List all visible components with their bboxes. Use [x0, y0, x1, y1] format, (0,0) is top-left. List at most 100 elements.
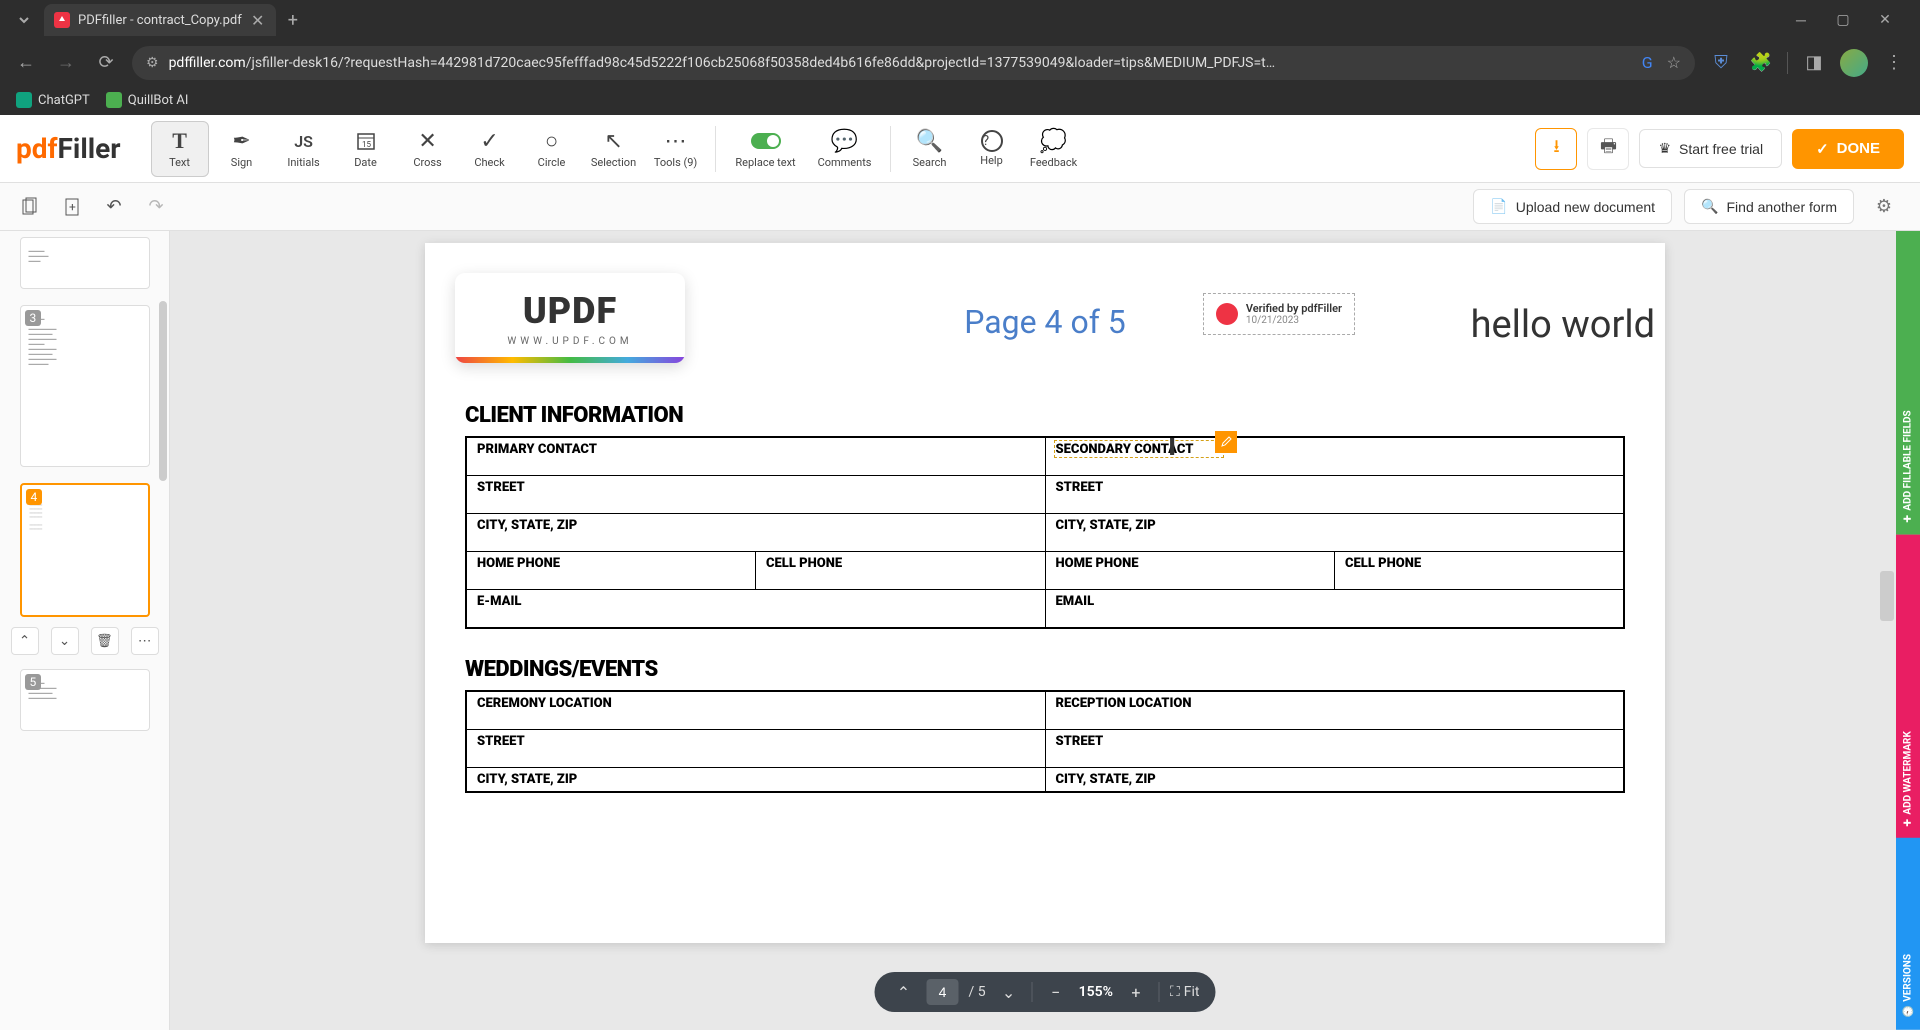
- thumb-scrollbar[interactable]: [159, 301, 167, 481]
- tool-search[interactable]: 🔍Search: [901, 121, 959, 177]
- profile-avatar[interactable]: [1840, 49, 1868, 77]
- primary-contact-cell[interactable]: PRIMARY CONTACT: [466, 437, 1045, 476]
- quillbot-icon: [106, 92, 122, 108]
- window-controls: ─ ▢ ✕: [1786, 5, 1912, 35]
- maximize-icon[interactable]: ▢: [1828, 5, 1858, 35]
- street2-left[interactable]: STREET: [466, 730, 1045, 768]
- tool-feedback[interactable]: 💭Feedback: [1025, 121, 1083, 177]
- zoom-out-button[interactable]: −: [1043, 979, 1069, 1005]
- tool-text[interactable]: TText: [151, 121, 209, 177]
- thumbnail-page-5[interactable]: 5▬▬▬▬▬▬▬▬▬▬▬▬▬▬▬▬▬▬▬▬▬▬▬▬: [20, 669, 150, 731]
- tool-sign[interactable]: ✒Sign: [213, 121, 271, 177]
- start-trial-button[interactable]: ♛Start free trial: [1639, 129, 1782, 168]
- csz-cell-right[interactable]: CITY, STATE, ZIP: [1045, 514, 1624, 552]
- thumb-delete-button[interactable]: 🗑: [91, 627, 119, 655]
- sidepanel-icon[interactable]: ◨: [1800, 49, 1828, 77]
- back-button[interactable]: ←: [12, 49, 40, 77]
- tool-comments[interactable]: 💬Comments: [810, 121, 880, 177]
- dropdown-tabs-icon[interactable]: [16, 12, 32, 28]
- updf-watermark: UPDF WWW.UPDF.COM: [455, 273, 685, 363]
- thumbnail-page-partial[interactable]: ▬▬▬▬▬▬▬▬▬▬▬▬: [20, 237, 150, 289]
- add-page-button[interactable]: +: [54, 189, 90, 225]
- thumb-more-button[interactable]: ⋯: [131, 627, 159, 655]
- csz-cell-left[interactable]: CITY, STATE, ZIP: [466, 514, 1045, 552]
- ceremony-location-cell[interactable]: CEREMONY LOCATION: [466, 691, 1045, 730]
- settings-button[interactable]: ⚙: [1866, 189, 1902, 225]
- rail-versions[interactable]: 🕐VERSIONS: [1896, 838, 1920, 1030]
- thumbnail-rail[interactable]: ▬▬▬▬▬▬▬▬▬▬▬▬ 3▬▬▬▬▬▬▬▬▬▬▬▬▬▬▬▬▬▬▬▬▬▬▬▬▬▬…: [0, 231, 170, 1030]
- hello-world-text[interactable]: hello world: [1471, 303, 1655, 347]
- pdffiller-logo[interactable]: pdfFiller: [16, 132, 121, 165]
- redo-button[interactable]: ↷: [138, 189, 174, 225]
- bookmark-quillbot[interactable]: QuillBot AI: [106, 92, 189, 108]
- fit-button[interactable]: ⛶Fit: [1170, 984, 1200, 1000]
- pdf-page[interactable]: UPDF WWW.UPDF.COM Page 4 of 5 Verified b…: [425, 243, 1665, 943]
- done-button[interactable]: ✓DONE: [1792, 129, 1904, 169]
- download-button[interactable]: ⭳: [1535, 128, 1577, 170]
- url-bar[interactable]: ⚙ pdffiller.com/jsfiller-desk16/?request…: [132, 46, 1695, 80]
- browser-menu-icon[interactable]: ⋮: [1880, 49, 1908, 77]
- thumb-up-button[interactable]: ⌃: [11, 627, 39, 655]
- street2-right[interactable]: STREET: [1045, 730, 1624, 768]
- tab-close-icon[interactable]: ✕: [250, 12, 266, 28]
- print-button[interactable]: 🖶: [1587, 128, 1629, 170]
- csz2-left[interactable]: CITY, STATE, ZIP: [466, 768, 1045, 793]
- close-window-icon[interactable]: ✕: [1870, 5, 1900, 35]
- thumb-down-button[interactable]: ⌄: [51, 627, 79, 655]
- tool-check[interactable]: ✓Check: [461, 121, 519, 177]
- find-form-button[interactable]: 🔍Find another form: [1684, 189, 1854, 224]
- forward-button[interactable]: →: [52, 49, 80, 77]
- collab-tools: Replace text 💬Comments: [726, 121, 880, 177]
- home-phone-left[interactable]: HOME PHONE: [466, 552, 756, 590]
- upload-document-button[interactable]: 📄Upload new document: [1473, 189, 1672, 224]
- undo-button[interactable]: ↶: [96, 189, 132, 225]
- rail-watermark[interactable]: +ADD WATERMARK: [1896, 535, 1920, 839]
- document-scroll[interactable]: UPDF WWW.UPDF.COM Page 4 of 5 Verified b…: [170, 231, 1920, 1030]
- tool-selection[interactable]: ↖Selection: [585, 121, 643, 177]
- extensions-icon[interactable]: 🧩: [1747, 49, 1775, 77]
- reload-button[interactable]: ⟳: [92, 49, 120, 77]
- zoom-in-button[interactable]: +: [1123, 979, 1149, 1005]
- tool-cross[interactable]: ✕Cross: [399, 121, 457, 177]
- current-page-input[interactable]: [927, 979, 959, 1005]
- tool-replace-text[interactable]: Replace text: [726, 121, 806, 177]
- google-icon[interactable]: G: [1642, 53, 1653, 72]
- verified-badge[interactable]: Verified by pdfFiller 10/21/2023: [1203, 293, 1355, 335]
- rail-fillable-fields[interactable]: +ADD FILLABLE FIELDS: [1896, 231, 1920, 535]
- street-cell-left[interactable]: STREET: [466, 476, 1045, 514]
- thumbnail-page-3[interactable]: 3▬▬▬▬▬▬▬▬▬▬▬▬▬▬▬▬▬▬▬▬▬▬▬▬▬▬▬▬▬▬▬▬▬▬▬▬▬▬▬…: [20, 305, 150, 467]
- secondary-contact-cell[interactable]: I SECONDARY CONTACT: [1045, 437, 1624, 476]
- tab-favicon: [54, 12, 70, 28]
- email-cell-right[interactable]: EMAIL: [1045, 590, 1624, 629]
- cell-phone-left[interactable]: CELL PHONE: [756, 552, 1046, 590]
- prev-page-button[interactable]: ⌃: [891, 979, 917, 1005]
- tool-date[interactable]: 15Date: [337, 121, 395, 177]
- thumbnail-tools: ⌃ ⌄ 🗑 ⋯: [10, 623, 159, 659]
- pages-panel-button[interactable]: [12, 189, 48, 225]
- tool-more[interactable]: ⋯Tools (9): [647, 121, 705, 177]
- next-page-button[interactable]: ⌄: [996, 979, 1022, 1005]
- tool-circle[interactable]: ○Circle: [523, 121, 581, 177]
- home-phone-right[interactable]: HOME PHONE: [1045, 552, 1335, 590]
- tool-initials[interactable]: JSInitials: [275, 121, 333, 177]
- doc-scrollbar-thumb[interactable]: [1880, 571, 1894, 621]
- new-tab-button[interactable]: +: [288, 10, 298, 31]
- street-cell-right[interactable]: STREET: [1045, 476, 1624, 514]
- tool-help[interactable]: ?Help: [963, 121, 1021, 177]
- shield-icon[interactable]: ⛨: [1707, 49, 1735, 77]
- reception-location-cell[interactable]: RECEPTION LOCATION: [1045, 691, 1624, 730]
- address-bar: ← → ⟳ ⚙ pdffiller.com/jsfiller-desk16/?r…: [0, 40, 1920, 85]
- browser-tab[interactable]: PDFfiller - contract_Copy.pdf ✕: [44, 4, 276, 36]
- secondary-contact-highlight[interactable]: I: [1054, 440, 1224, 458]
- thumbnail-page-4[interactable]: 4▬▬ ▬━━━━━━━━━━━━━━━━━━━━━━━━━━━━━━━━━━━…: [20, 483, 150, 617]
- email-cell-left[interactable]: E-MAIL: [466, 590, 1045, 629]
- site-settings-icon[interactable]: ⚙: [146, 55, 159, 71]
- cell-phone-right[interactable]: CELL PHONE: [1335, 552, 1625, 590]
- csz2-right[interactable]: CITY, STATE, ZIP: [1045, 768, 1624, 793]
- minimize-icon[interactable]: ─: [1786, 5, 1816, 35]
- edit-flag-icon[interactable]: [1215, 431, 1237, 453]
- weddings-table: CEREMONY LOCATION RECEPTION LOCATION STR…: [465, 690, 1625, 793]
- bookmark-star-icon[interactable]: ☆: [1667, 53, 1681, 72]
- total-pages-label: / 5: [969, 984, 986, 1000]
- bookmark-chatgpt[interactable]: ChatGPT: [16, 92, 90, 108]
